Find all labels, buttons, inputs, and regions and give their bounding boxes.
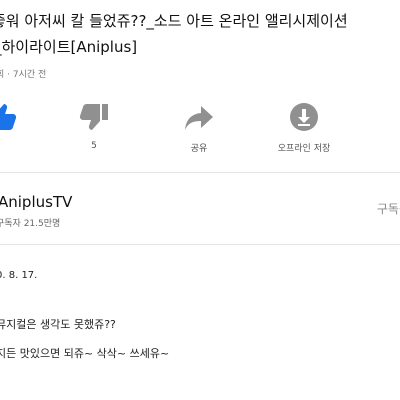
divider bbox=[0, 172, 400, 173]
offline-save-label: 오프라인 저장 bbox=[277, 144, 331, 154]
channel-name[interactable]: AniplusTV bbox=[0, 193, 72, 211]
thumbs-up-icon bbox=[0, 104, 17, 130]
offline-save-button[interactable]: 오프라인 저장 bbox=[264, 96, 344, 154]
video-title-line2: _하이라이트[Aniplus] bbox=[0, 38, 138, 56]
thumbs-down-icon bbox=[79, 104, 108, 130]
like-button[interactable] bbox=[0, 96, 42, 141]
subscriber-count: 구독자 21.5만명 bbox=[0, 219, 61, 229]
share-label: 공유 bbox=[190, 144, 208, 154]
dislike-button[interactable]: 5 bbox=[54, 96, 134, 151]
subscribed-button[interactable]: 구독중 bbox=[377, 200, 400, 217]
share-button[interactable]: 공유 bbox=[159, 96, 239, 154]
divider bbox=[0, 244, 400, 245]
video-title-line1: 좋워 아저씨 칼 들었쥬??_소드 아트 온라인 앨리시제이션 bbox=[0, 12, 348, 30]
video-meta: 회 · 7시간 전 bbox=[0, 70, 47, 80]
description-line: 지든 맛있으면 되쥬~ 삭삭~ 쓰세유~ bbox=[0, 347, 170, 360]
upload-date: 0. 8. 17. bbox=[0, 270, 38, 281]
dislike-count: 5 bbox=[91, 141, 97, 151]
download-icon bbox=[290, 103, 318, 131]
share-icon bbox=[185, 106, 213, 130]
description-line: 뮤지컬은 생각도 못했쥬?? bbox=[0, 318, 116, 331]
